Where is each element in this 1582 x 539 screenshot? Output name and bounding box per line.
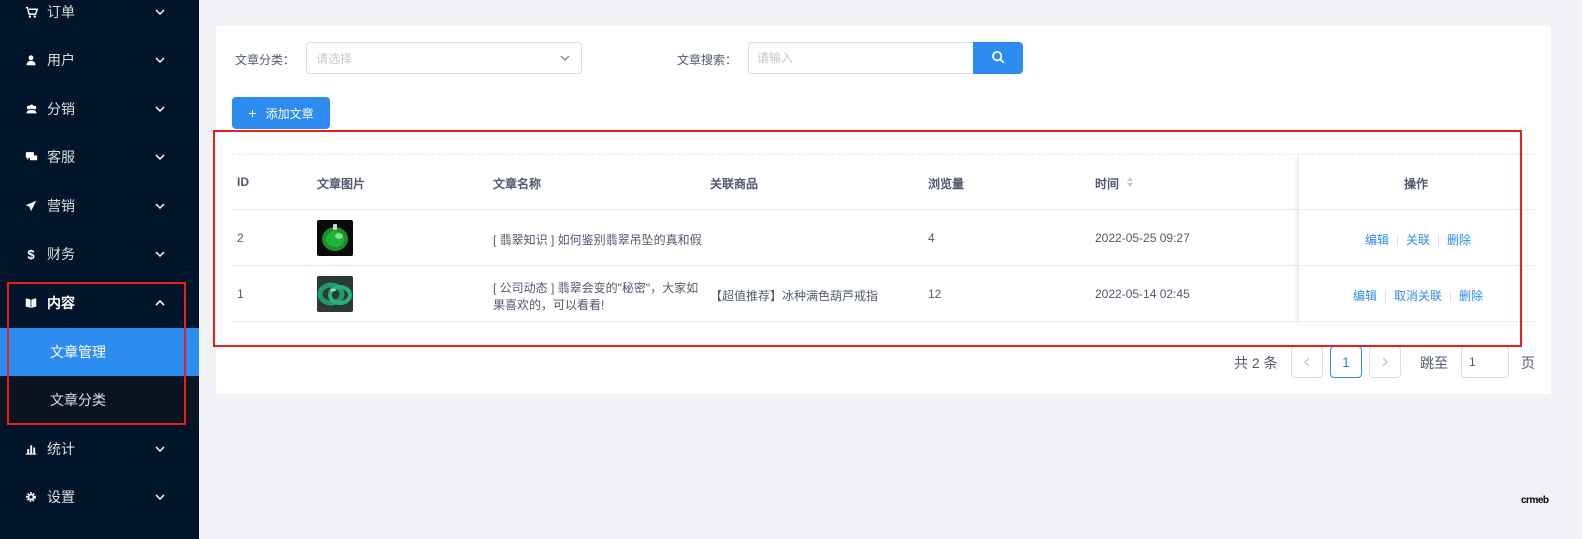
add-article-button[interactable]: + 添加文章 (232, 97, 330, 129)
sidebar-item-service[interactable]: 客服 (0, 133, 199, 181)
header-id: ID (237, 175, 249, 189)
team-icon (24, 102, 38, 116)
header-time: 时间 (1095, 177, 1120, 191)
gear-icon (24, 490, 38, 504)
row-divider (232, 209, 1535, 210)
chevron-down-icon (153, 106, 167, 112)
cell-time: 2022-05-14 02:45 (1095, 287, 1190, 301)
delete-link[interactable]: 删除 (1459, 289, 1483, 303)
sidebar-item-label: 统计 (47, 441, 75, 457)
send-icon (24, 199, 38, 213)
sidebar-item-users[interactable]: 用户 (0, 36, 199, 84)
chevron-down-icon (153, 9, 167, 15)
cell-product: 【超值推荐】冰种满色葫芦戒指 (710, 289, 879, 303)
pagination-total: 共 2 条 (1234, 355, 1278, 371)
sidebar-item-distribution[interactable]: 分销 (0, 85, 199, 133)
chevron-down-icon (153, 57, 167, 63)
divider (1385, 291, 1387, 303)
divider (1397, 235, 1399, 247)
cell-actions: 编辑 取消关联 删除 (1353, 287, 1483, 304)
book-icon (24, 296, 38, 310)
jump-label: 跳至 (1420, 355, 1448, 371)
next-page-button[interactable] (1369, 346, 1401, 378)
sidebar-item-label: 内容 (47, 295, 75, 311)
sidebar-item-statistics[interactable]: 统计 (0, 425, 199, 473)
unassociate-link[interactable]: 取消关联 (1394, 289, 1442, 303)
cell-id: 2 (237, 231, 244, 245)
cell-title: [ 翡翠知识 ] 如何鉴别翡翠吊坠的真和假 (493, 233, 702, 247)
row-divider (232, 321, 1535, 322)
chevron-down-icon (153, 203, 167, 209)
chevron-down-icon (559, 52, 571, 64)
search-input[interactable] (748, 42, 974, 74)
user-icon (24, 53, 38, 67)
sidebar-item-marketing[interactable]: 营销 (0, 182, 199, 230)
header-image: 文章图片 (317, 177, 366, 191)
sidebar-item-finance[interactable]: $ 财务 (0, 230, 199, 278)
prev-page-button[interactable] (1291, 346, 1323, 378)
associate-link[interactable]: 关联 (1406, 233, 1430, 247)
sidebar-item-label: 订单 (47, 4, 75, 20)
sidebar: 订单 用户 分销 客服 营销 $ 财务 内容 文章管理 文章分类 统计 设置 (0, 0, 199, 539)
chevron-down-icon (153, 446, 167, 452)
chat-icon (24, 150, 38, 164)
sidebar-item-label: 财务 (47, 246, 75, 262)
category-select[interactable]: 请选择 (306, 42, 582, 74)
cart-icon (24, 5, 38, 19)
sidebar-item-label: 营销 (47, 198, 75, 214)
header-views: 浏览量 (928, 177, 965, 191)
bar-chart-icon (24, 442, 38, 456)
sort-icon[interactable] (1126, 176, 1134, 191)
plus-icon: + (248, 105, 257, 121)
header-product: 关联商品 (710, 177, 759, 191)
chevron-down-icon (153, 494, 167, 500)
jump-page-input[interactable] (1461, 346, 1509, 378)
category-filter-label: 文章分类： (235, 53, 296, 67)
cell-actions: 编辑 关联 删除 (1365, 231, 1471, 248)
category-select-placeholder: 请选择 (316, 51, 353, 66)
search-icon (991, 50, 1005, 67)
header-actions: 操作 (1404, 177, 1429, 191)
cell-title-line1: [ 公司动态 ] 翡翠会变的"秘密"，大家如 (493, 281, 699, 295)
brand-logo: crmeb (1521, 495, 1549, 506)
article-table: ID 文章图片 文章名称 关联商品 浏览量 时间 操作 2 [ 翡翠知识 ] 如… (232, 154, 1535, 324)
chevron-down-icon (153, 154, 167, 160)
cell-views: 12 (928, 287, 942, 301)
sidebar-item-label: 分销 (47, 101, 75, 117)
page-number: 1 (1342, 354, 1350, 370)
submenu-item-article-management[interactable]: 文章管理 (0, 328, 199, 376)
cell-title-line2: 果喜欢的，可以看看! (493, 298, 605, 312)
row-divider (232, 265, 1535, 266)
chevron-right-icon (1382, 354, 1388, 370)
cell-views: 4 (928, 231, 935, 245)
add-article-label: 添加文章 (265, 106, 314, 121)
header-title: 文章名称 (493, 177, 542, 191)
dollar-icon: $ (27, 246, 35, 262)
chevron-down-icon (153, 251, 167, 257)
divider (1450, 291, 1452, 303)
submenu-item-label: 文章管理 (50, 344, 106, 360)
cell-time: 2022-05-25 09:27 (1095, 231, 1190, 245)
article-thumbnail (317, 220, 353, 256)
delete-link[interactable]: 删除 (1447, 233, 1471, 247)
sidebar-item-label: 用户 (47, 52, 75, 68)
search-label: 文章搜索： (677, 53, 738, 67)
page-suffix-label: 页 (1521, 355, 1535, 371)
sidebar-item-label: 客服 (47, 149, 75, 165)
sidebar-item-settings[interactable]: 设置 (0, 473, 199, 521)
submenu-item-label: 文章分类 (50, 392, 106, 408)
edit-link[interactable]: 编辑 (1353, 289, 1377, 303)
sidebar-item-label: 设置 (47, 489, 75, 505)
edit-link[interactable]: 编辑 (1365, 233, 1389, 247)
page-number-button[interactable]: 1 (1330, 346, 1362, 378)
cell-id: 1 (237, 287, 244, 301)
sidebar-item-orders[interactable]: 订单 (0, 0, 199, 36)
divider (1438, 235, 1440, 247)
chevron-left-icon (1304, 354, 1310, 370)
article-thumbnail (317, 276, 353, 312)
chevron-up-icon (153, 300, 167, 306)
sidebar-item-content[interactable]: 内容 (0, 279, 199, 327)
submenu-item-article-category[interactable]: 文章分类 (0, 376, 199, 424)
search-button[interactable] (973, 42, 1023, 74)
